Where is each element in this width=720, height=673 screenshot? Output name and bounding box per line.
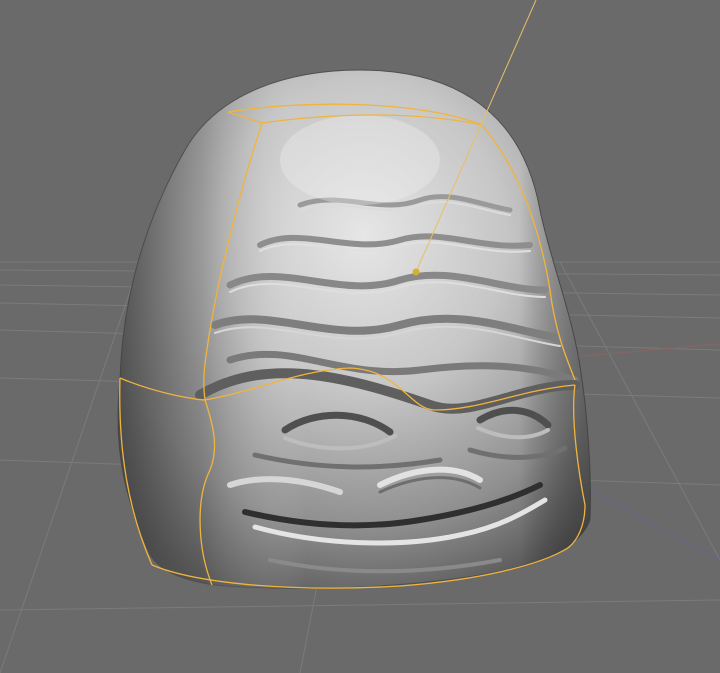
sculpted-head[interactable] [117, 69, 592, 589]
3d-viewport[interactable] [0, 0, 720, 673]
forehead-highlight [280, 115, 440, 205]
viewport-canvas[interactable] [0, 0, 720, 673]
